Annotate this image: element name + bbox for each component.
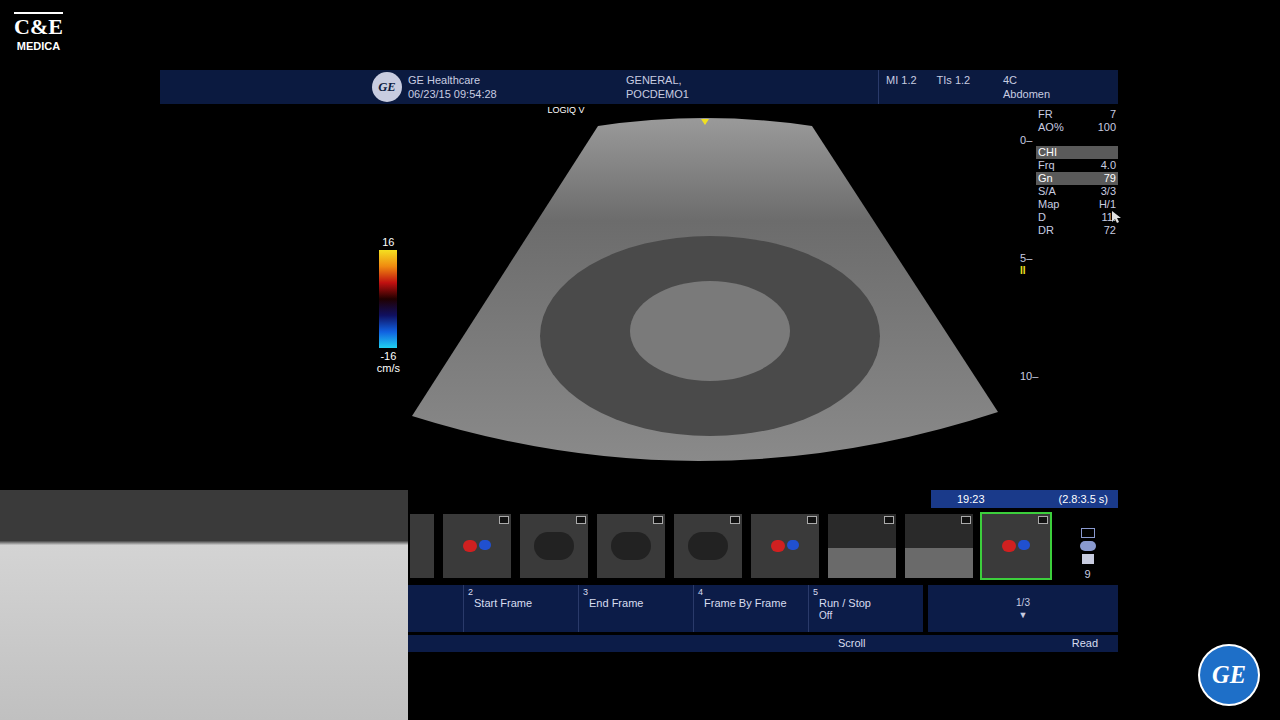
thumbnail-flag-icon bbox=[499, 516, 509, 524]
parameter-row[interactable]: Frq4.0 bbox=[1036, 159, 1118, 172]
system-label: LOGIQ V bbox=[546, 106, 586, 115]
parameter-row[interactable]: MapH/1 bbox=[1036, 198, 1118, 211]
mi-index: MI 1.2 bbox=[886, 73, 917, 87]
datetime: 06/23/15 09:54:28 bbox=[408, 87, 626, 101]
parameter-row[interactable]: D11. bbox=[1036, 211, 1118, 224]
exam: GENERAL, bbox=[626, 73, 878, 87]
thumbnail[interactable] bbox=[672, 512, 744, 580]
clipboard-tools-icon[interactable] bbox=[1077, 528, 1099, 568]
thumbnail[interactable] bbox=[826, 512, 898, 580]
color-scale: 16-16cm/s bbox=[377, 236, 400, 488]
ultrasound-image: LOGIQ V bbox=[410, 104, 1000, 488]
parameter-row[interactable]: CHI bbox=[1036, 146, 1118, 159]
focus-marker[interactable]: II bbox=[1020, 266, 1036, 276]
ge-corner-logo-icon: GE bbox=[1200, 646, 1258, 704]
preset: Abdomen bbox=[1003, 87, 1050, 101]
parameter-row[interactable]: FR7 bbox=[1036, 108, 1118, 121]
image-area: 16-16cm/s LOGIQ V 0– 5– II 10– FR7AO%100 CHIFrq… bbox=[160, 104, 1118, 488]
thumbnail-flag-icon bbox=[807, 516, 817, 524]
parameter-row[interactable]: DR72 bbox=[1036, 224, 1118, 237]
thumbnail[interactable] bbox=[595, 512, 667, 580]
read-label[interactable]: Read bbox=[1072, 635, 1098, 652]
soft-key[interactable]: 3End Frame bbox=[578, 585, 693, 632]
company-logo: C&EMEDICA bbox=[14, 12, 63, 53]
thumbnail-flag-icon bbox=[884, 516, 894, 524]
thumbnail-strip: 9 bbox=[408, 510, 1118, 582]
thumbnail[interactable] bbox=[749, 512, 821, 580]
tis-index: TIs 1.2 bbox=[937, 73, 971, 87]
soft-key-bar: 2Start Frame3End Frame4Frame By Frame5Ru… bbox=[408, 585, 1118, 632]
page-control[interactable]: 1/3▼ bbox=[928, 585, 1118, 632]
thumbnail-flag-icon bbox=[730, 516, 740, 524]
thumbnail[interactable] bbox=[441, 512, 513, 580]
depth-tick: 5– bbox=[1020, 252, 1036, 264]
patient: POCDEMO1 bbox=[626, 87, 878, 101]
orientation-marker-icon bbox=[701, 119, 709, 125]
parameter-row[interactable]: AO%100 bbox=[1036, 121, 1118, 134]
soft-key[interactable]: 2Start Frame bbox=[463, 585, 578, 632]
cine-timebar[interactable]: 19:23(2.8:3.5 s) bbox=[931, 490, 1118, 508]
brand: GE Healthcare bbox=[408, 73, 626, 87]
thumbnail[interactable] bbox=[980, 512, 1052, 580]
thumbnail[interactable] bbox=[903, 512, 975, 580]
mouse-cursor-icon bbox=[1112, 211, 1121, 224]
cine-section: 19:23(2.8:3.5 s) 9 2Start Frame3End Frame4… bbox=[408, 490, 1118, 652]
parameter-row[interactable]: S/A3/3 bbox=[1036, 185, 1118, 198]
thumbnail[interactable] bbox=[518, 512, 590, 580]
scroll-label[interactable]: Scroll bbox=[838, 635, 866, 652]
soft-key[interactable]: 5Run / StopOff bbox=[808, 585, 923, 632]
thumbnail-flag-icon bbox=[653, 516, 663, 524]
depth-tick: 0– bbox=[1020, 134, 1036, 146]
thumbnail-flag-icon bbox=[961, 516, 971, 524]
ge-logo-icon: GE bbox=[372, 72, 402, 102]
thumbnail-count: 9 bbox=[1084, 568, 1090, 580]
parameter-row[interactable]: Gn79 bbox=[1036, 172, 1118, 185]
screen: C&EMEDICA GE GE Healthcare06/23/15 09:54:2… bbox=[0, 0, 1280, 720]
depth-scale: 0– 5– II 10– bbox=[1000, 104, 1036, 488]
thumbnail-flag-icon bbox=[576, 516, 586, 524]
soft-key[interactable]: 4Frame By Frame bbox=[693, 585, 808, 632]
keyboard-video-inset bbox=[0, 490, 408, 720]
probe: 4C bbox=[1003, 73, 1050, 87]
parameter-panel: FR7AO%100 CHIFrq4.0Gn79S/A3/3MapH/1D11.DR… bbox=[1036, 104, 1118, 488]
ultrasound-sector-icon bbox=[410, 116, 1000, 478]
header-bar: GE GE Healthcare06/23/15 09:54:28GENERAL,… bbox=[160, 70, 1118, 104]
thumbnail-flag-icon bbox=[1038, 516, 1048, 524]
thumbnail[interactable] bbox=[408, 512, 436, 580]
depth-tick: 10– bbox=[1020, 370, 1036, 382]
bottom-bar: Scroll Read bbox=[408, 635, 1118, 652]
